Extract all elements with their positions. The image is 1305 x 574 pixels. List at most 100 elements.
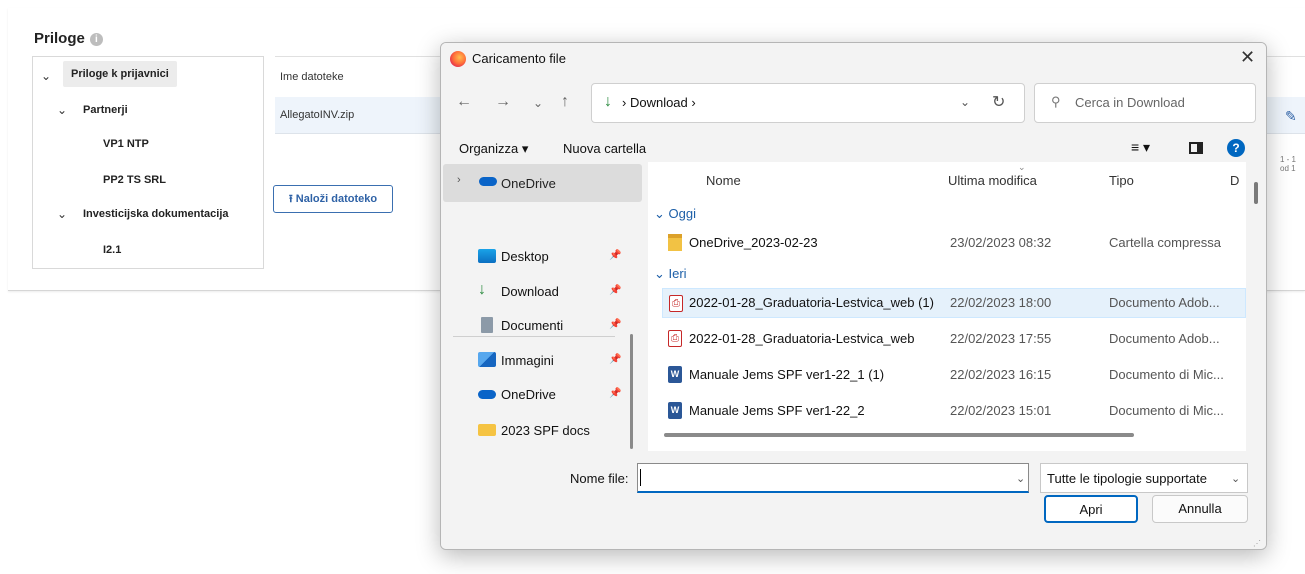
sidebar-item-label: Immagini xyxy=(501,353,554,368)
sidebar-item-onedrive[interactable]: OneDrive 📌 xyxy=(441,382,626,406)
word-document-icon: W xyxy=(668,366,682,383)
pin-icon[interactable]: 📌 xyxy=(609,354,621,365)
pin-icon[interactable]: 📌 xyxy=(609,319,621,330)
chevron-down-icon[interactable]: ⌄ xyxy=(41,69,51,83)
tree-item-vp1-ntp[interactable]: VP1 NTP xyxy=(103,131,149,157)
sidebar-item-label: OneDrive xyxy=(501,387,556,402)
filename-input[interactable]: ⌄ xyxy=(637,463,1029,493)
search-input[interactable]: Cerca in Download xyxy=(1075,95,1185,110)
tree-item-investicijska-dokumentacija[interactable]: Investicijska dokumentacija xyxy=(83,201,229,227)
view-options-icon[interactable]: ≡ ▾ xyxy=(1131,139,1150,156)
dialog-title: Caricamento file xyxy=(472,51,566,66)
filetype-select[interactable]: Tutte le tipologie supportate ⌄ xyxy=(1040,463,1248,493)
file-name: 2022-01-28_Graduatoria-Lestvica_web xyxy=(689,331,915,346)
preview-pane-icon[interactable] xyxy=(1189,142,1203,154)
filetype-dropdown-icon[interactable]: ⌄ xyxy=(1231,472,1240,485)
attachments-tree: ⌄ Priloge k prijavnici ⌄ Partnerji VP1 N… xyxy=(32,56,264,269)
open-button[interactable]: Apri xyxy=(1044,495,1138,523)
search-icon: ⚲ xyxy=(1051,94,1061,109)
forward-arrow-icon[interactable]: → xyxy=(495,93,511,111)
new-folder-button[interactable]: Nuova cartella xyxy=(563,141,646,156)
upload-icon: ⭱ xyxy=(288,193,296,205)
up-arrow-icon[interactable]: ↑ xyxy=(561,93,569,111)
file-name: OneDrive_2023-02-23 xyxy=(689,235,818,250)
file-row[interactable]: W Manuale Jems SPF ver1-22_1 (1) 22/02/2… xyxy=(662,360,1246,390)
navigation-pane: › OneDrive Desktop 📌 ↓ Download 📌 Docume… xyxy=(441,162,646,451)
back-arrow-icon[interactable]: ← xyxy=(456,93,472,111)
chevron-down-icon[interactable]: ⌄ xyxy=(57,207,67,221)
edit-pencil-icon[interactable]: ✎ xyxy=(1285,108,1297,125)
file-type: Documento di Mic... xyxy=(1109,403,1224,418)
group-header-ieri[interactable]: ⌄ Ieri xyxy=(654,266,687,282)
word-document-icon: W xyxy=(668,402,682,419)
column-header-modified[interactable]: Ultima modifica xyxy=(948,173,1037,188)
recent-locations-chevron-icon[interactable]: ⌄ xyxy=(533,96,543,110)
file-type: Documento Adob... xyxy=(1109,331,1220,346)
sidebar-item-label: Download xyxy=(501,284,559,299)
folder-icon xyxy=(478,424,496,436)
sidebar-item-label: Desktop xyxy=(501,249,549,264)
file-row-selected[interactable]: ⎙ 2022-01-28_Graduatoria-Lestvica_web (1… xyxy=(662,288,1246,318)
sidebar-item-2023-spf-docs[interactable]: 2023 SPF docs xyxy=(441,418,626,442)
group-header-oggi[interactable]: ⌄ Oggi xyxy=(654,206,696,222)
chevron-right-icon[interactable]: › xyxy=(457,174,461,186)
sidebar-item-download[interactable]: ↓ Download 📌 xyxy=(441,279,626,303)
sidebar-item-documenti[interactable]: Documenti 📌 xyxy=(441,313,626,337)
sidebar-scrollbar[interactable] xyxy=(630,334,633,449)
tree-item-priloge-k-prijavnici[interactable]: Priloge k prijavnici xyxy=(63,61,177,87)
file-row[interactable]: OneDrive_2023-02-23 23/02/2023 08:32 Car… xyxy=(662,228,1246,258)
file-modified: 22/02/2023 18:00 xyxy=(950,295,1052,310)
sidebar-item-desktop[interactable]: Desktop 📌 xyxy=(441,244,626,268)
resize-grip-icon[interactable]: ⋰ xyxy=(1253,539,1261,548)
tree-item-partnerji[interactable]: Partnerji xyxy=(83,97,128,123)
pin-icon[interactable]: 📌 xyxy=(609,388,621,399)
help-icon[interactable]: ? xyxy=(1227,139,1245,157)
horizontal-scrollbar[interactable] xyxy=(664,433,1134,437)
search-box[interactable]: ⚲ Cerca in Download xyxy=(1034,83,1256,123)
file-name: Manuale Jems SPF ver1-22_2 xyxy=(689,403,865,418)
pin-icon[interactable]: 📌 xyxy=(609,250,621,261)
pictures-icon xyxy=(478,352,496,367)
file-type: Documento di Mic... xyxy=(1109,367,1224,382)
sidebar-item-label: 2023 SPF docs xyxy=(501,423,590,438)
info-icon[interactable]: i xyxy=(89,33,103,46)
filetype-value: Tutte le tipologie supportate xyxy=(1047,471,1207,486)
sort-chevron-icon: ⌄ xyxy=(1018,162,1026,172)
upload-file-button[interactable]: ⭱ Naloži datoteko xyxy=(273,185,393,213)
file-modified: 22/02/2023 17:55 xyxy=(950,331,1052,346)
page-title: Priloge i xyxy=(34,30,103,47)
column-header-type[interactable]: Tipo xyxy=(1109,173,1134,188)
file-modified: 22/02/2023 16:15 xyxy=(950,367,1052,382)
column-header-name[interactable]: Nome xyxy=(706,173,741,188)
tree-item-pp2-ts-srl[interactable]: PP2 TS SRL xyxy=(103,167,166,193)
close-icon[interactable]: ✕ xyxy=(1240,47,1255,68)
dialog-titlebar: Caricamento file ✕ xyxy=(441,43,1266,75)
organize-menu[interactable]: Organizza ▾ xyxy=(459,141,528,157)
file-name: 2022-01-28_Graduatoria-Lestvica_web (1) xyxy=(689,295,934,310)
address-dropdown-icon[interactable]: ⌄ xyxy=(960,95,970,109)
sidebar-item-immagini[interactable]: Immagini 📌 xyxy=(441,348,626,372)
chevron-down-icon[interactable]: ⌄ xyxy=(57,103,67,117)
column-header-filename: Ime datoteke xyxy=(280,71,344,83)
file-row[interactable]: W Manuale Jems SPF ver1-22_2 22/02/2023 … xyxy=(662,396,1246,426)
zip-folder-icon xyxy=(668,234,682,251)
sidebar-item-label: Documenti xyxy=(501,318,564,333)
pin-icon[interactable]: 📌 xyxy=(609,285,621,296)
dialog-footer: Nome file: ⌄ Tutte le tipologie supporta… xyxy=(441,451,1266,549)
file-type: Cartella compressa xyxy=(1109,235,1221,250)
pdf-icon: ⎙ xyxy=(669,295,683,312)
file-name: AllegatoINV.zip xyxy=(280,109,355,121)
filename-dropdown-icon[interactable]: ⌄ xyxy=(1016,472,1025,485)
address-path[interactable]: › Download › xyxy=(622,95,696,110)
refresh-icon[interactable]: ↻ xyxy=(992,92,1005,112)
download-icon: ↓ xyxy=(478,281,486,298)
file-list: Nome Ultima modifica ⌄ Tipo D ⌄ Oggi One… xyxy=(648,162,1246,451)
address-bar[interactable]: ↓ › Download › ⌄ ↻ xyxy=(591,83,1025,123)
pdf-icon: ⎙ xyxy=(668,330,682,347)
text-caret xyxy=(640,469,641,486)
tree-item-i2-1[interactable]: I2.1 xyxy=(103,237,121,263)
vertical-scrollbar[interactable] xyxy=(1254,182,1258,204)
column-header-size[interactable]: D xyxy=(1230,173,1239,188)
file-row[interactable]: ⎙ 2022-01-28_Graduatoria-Lestvica_web 22… xyxy=(662,324,1246,354)
cancel-button[interactable]: Annulla xyxy=(1152,495,1248,523)
